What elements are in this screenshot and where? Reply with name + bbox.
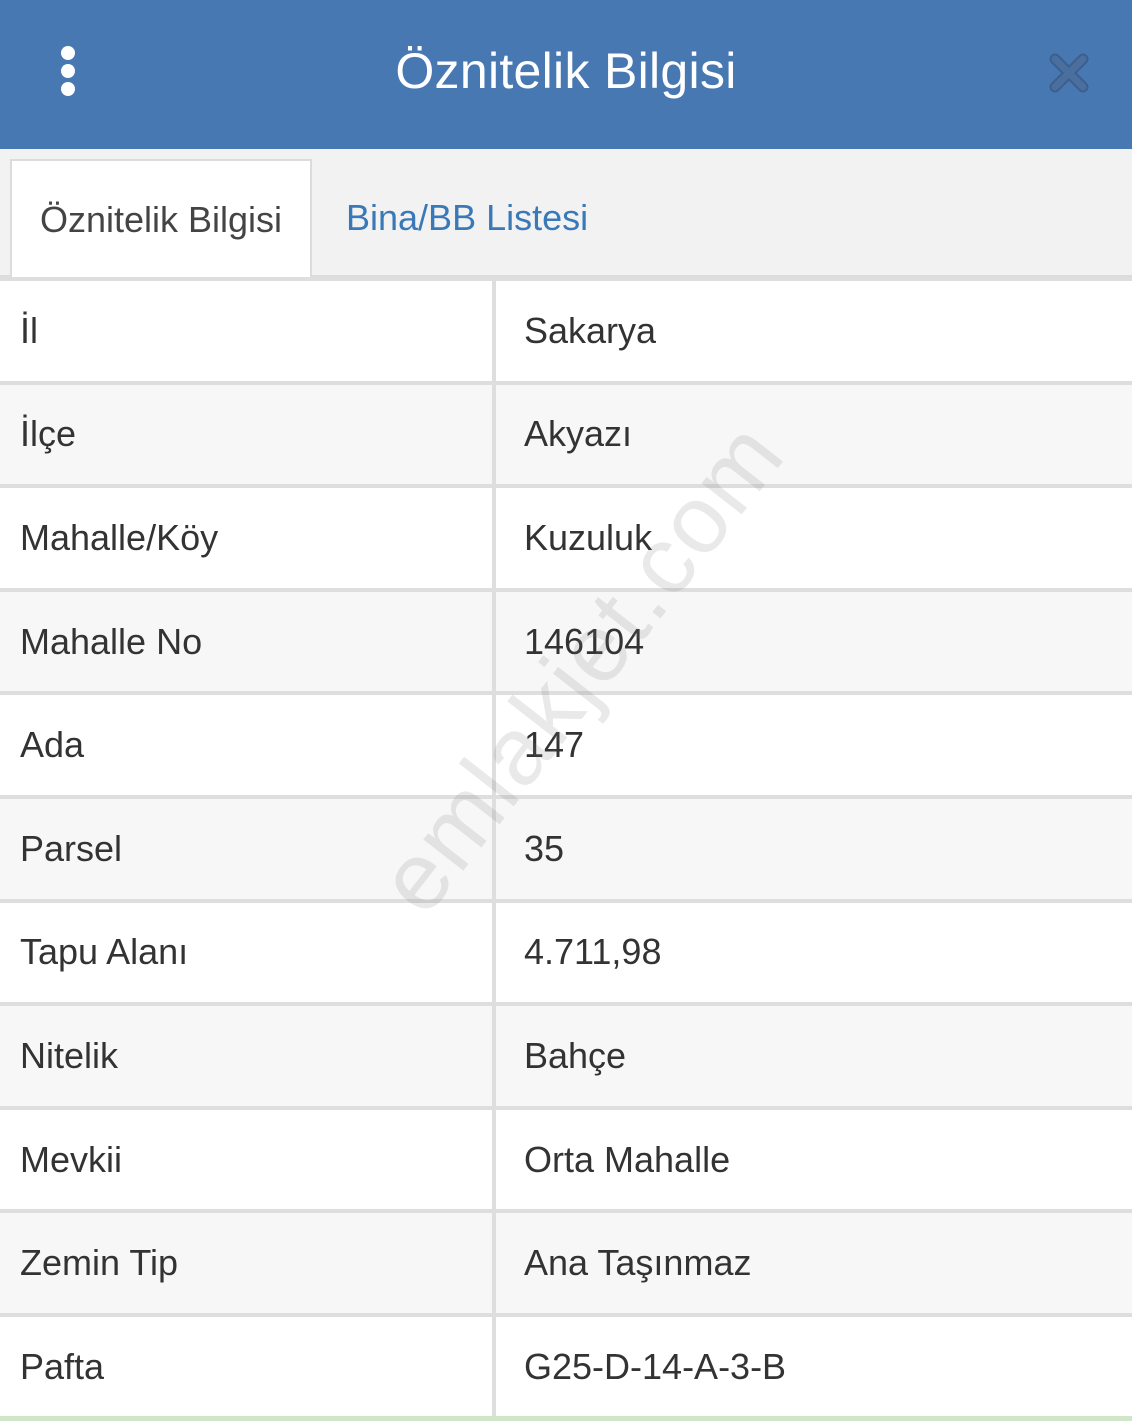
row-value: Ana Taşınmaz — [524, 1242, 752, 1284]
table-row: Ada 147 — [0, 695, 1132, 799]
row-label: Mahalle No — [0, 591, 496, 692]
table-row: Zemin Tip Ana Taşınmaz — [0, 1213, 1132, 1317]
tab-building-list[interactable]: Bina/BB Listesi — [312, 159, 632, 277]
table-row: Tapu Alanı 4.711,98 — [0, 902, 1132, 1007]
table-row: Mahalle No 146104 — [0, 591, 1132, 696]
row-value: Bahçe — [524, 1034, 627, 1076]
table-row: Nitelik Bahçe — [0, 1006, 1132, 1110]
close-icon — [1049, 53, 1089, 93]
row-value: 35 — [524, 827, 565, 869]
row-label: Parsel — [0, 798, 496, 899]
row-value: Sakarya — [524, 309, 657, 351]
row-label: Ada — [0, 695, 496, 795]
row-label: Mahalle/Köy — [0, 488, 496, 588]
page-title: Öznitelik Bilgisi — [395, 43, 737, 99]
row-label: Tapu Alanı — [0, 902, 496, 1003]
row-label: Zemin Tip — [0, 1213, 496, 1313]
row-label: Pafta — [0, 1316, 496, 1417]
tab-bar: Öznitelik Bilgisi Bina/BB Listesi — [0, 149, 1132, 279]
table-row: İlçe Akyazı — [0, 384, 1132, 489]
row-value: Orta Mahalle — [524, 1138, 731, 1180]
table-row: Pafta G25-D-14-A-3-B — [0, 1316, 1132, 1421]
table-row: Parsel 35 — [0, 798, 1132, 903]
bottom-divider — [0, 1416, 1132, 1421]
row-label: Mevkii — [0, 1109, 496, 1210]
tab-attribute-info[interactable]: Öznitelik Bilgisi — [10, 159, 312, 279]
close-button[interactable] — [1046, 50, 1092, 96]
row-value: 4.711,98 — [524, 931, 662, 973]
row-value: Kuzuluk — [524, 516, 653, 558]
row-label: Nitelik — [0, 1006, 496, 1106]
row-label: İl — [0, 281, 496, 381]
row-value: G25-D-14-A-3-B — [524, 1345, 787, 1387]
attribute-table: İl Sakarya İlçe Akyazı Mahalle/Köy Kuzul… — [0, 277, 1132, 1421]
table-row: Mevkii Orta Mahalle — [0, 1109, 1132, 1214]
table-row: İl Sakarya — [0, 277, 1132, 385]
row-value: 146104 — [524, 620, 645, 662]
row-value: Akyazı — [524, 413, 633, 455]
row-value: 147 — [524, 724, 585, 766]
row-label: İlçe — [0, 384, 496, 485]
attribute-info-page: Öznitelik Bilgisi Öznitelik Bilgisi Bina… — [0, 0, 1132, 1421]
header-bar: Öznitelik Bilgisi — [0, 0, 1132, 149]
table-row: Mahalle/Köy Kuzuluk — [0, 488, 1132, 592]
